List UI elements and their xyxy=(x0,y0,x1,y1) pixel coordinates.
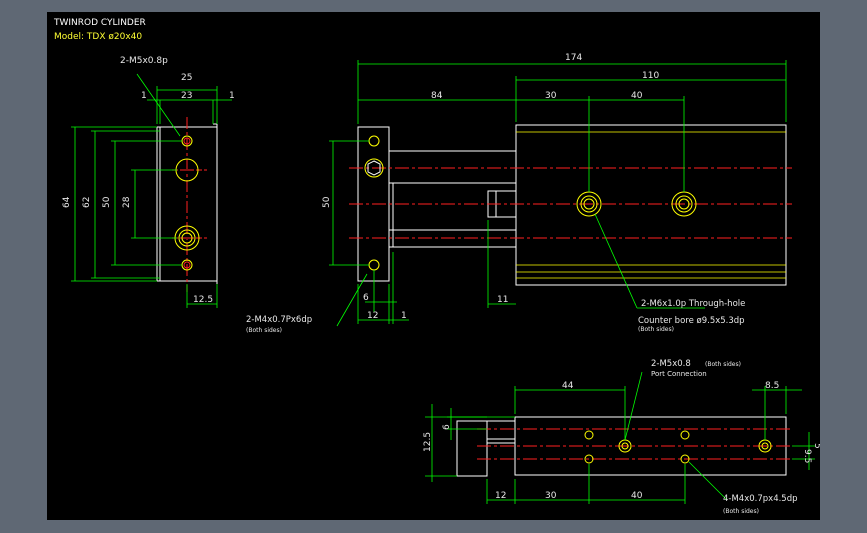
dim-12-front: 12 xyxy=(367,311,378,321)
model-label: Model: TDX ø20x40 xyxy=(54,32,142,42)
dim-40-front: 40 xyxy=(631,91,643,101)
front-view: 174 110 84 30 40 50 6 12 1 11 2-M4x0.7Px… xyxy=(246,53,792,334)
front-body xyxy=(515,124,787,286)
note-mount: 2-M4x0.7Px6dp xyxy=(246,315,312,325)
dim-30-front: 30 xyxy=(545,91,557,101)
drawing-title: TWINROD CYLINDER xyxy=(53,18,146,28)
dim-side-62: 62 xyxy=(82,197,92,208)
dim-5-plan: 5 xyxy=(812,443,820,449)
note-counter-bore: Counter bore ø9.5x5.3dp xyxy=(638,316,745,326)
dim-40-plan: 40 xyxy=(631,491,643,501)
side-view: 25 23 1 1 64 62 50 28 12.5 2-M5x0.8p xyxy=(62,56,235,308)
note-plan-tap-sub: (Both sides) xyxy=(723,508,759,515)
note-side-port: 2-M5x0.8p xyxy=(120,56,168,66)
dim-side-28: 28 xyxy=(122,196,132,208)
dim-50-front: 50 xyxy=(322,196,332,208)
dim-side-64: 64 xyxy=(62,196,72,208)
note-through-hole: 2-M6x1.0p Through-hole xyxy=(641,299,745,309)
dim-side-1-left: 1 xyxy=(141,91,147,101)
note-plan-tap: 4-M4x0.7px4.5dp xyxy=(723,494,798,504)
dim-side-25: 25 xyxy=(181,73,192,83)
note-counter-sub: (Both sides) xyxy=(638,326,674,333)
front-hole-bottom xyxy=(368,259,380,271)
dim-1-front: 1 xyxy=(401,311,407,321)
dim-11-front: 11 xyxy=(497,295,508,305)
dim-12-5-plan: 12.5 xyxy=(423,432,433,452)
dim-30-plan: 30 xyxy=(545,491,557,501)
dim-side-1-right: 1 xyxy=(229,91,235,101)
note-plan-port: 2-M5x0.8 xyxy=(651,359,691,369)
dim-44: 44 xyxy=(562,381,574,391)
plan-tap-2 xyxy=(680,430,690,440)
dim-side-23: 23 xyxy=(181,91,192,101)
side-body-outline xyxy=(159,126,218,282)
dim-84: 84 xyxy=(431,91,443,101)
dim-110: 110 xyxy=(642,71,659,81)
dim-174: 174 xyxy=(565,53,582,63)
plan-view: 44 8.5 12.5 6 12 30 40 5 9.5 2-M5x0.8 (B… xyxy=(423,359,822,515)
plan-tap-1 xyxy=(584,430,594,440)
dim-6-front: 6 xyxy=(363,293,369,303)
note-plan-port-connection: Port Connection xyxy=(651,370,707,378)
dim-12-plan: 12 xyxy=(495,491,506,501)
dim-9-5-plan: 9.5 xyxy=(802,449,812,463)
cad-drawing: TWINROD CYLINDER Model: TDX ø20x40 25 23… xyxy=(53,18,822,515)
dim-6-plan: 6 xyxy=(442,424,452,430)
dim-side-50: 50 xyxy=(102,196,112,208)
front-hole-top xyxy=(368,135,380,147)
note-mount-sub: (Both sides) xyxy=(246,327,282,334)
note-plan-port-sub: (Both sides) xyxy=(705,361,741,368)
drawing-canvas: TWINROD CYLINDER Model: TDX ø20x40 25 23… xyxy=(47,12,822,520)
dim-8-5: 8.5 xyxy=(765,381,779,391)
dim-side-12-5: 12.5 xyxy=(193,295,213,305)
